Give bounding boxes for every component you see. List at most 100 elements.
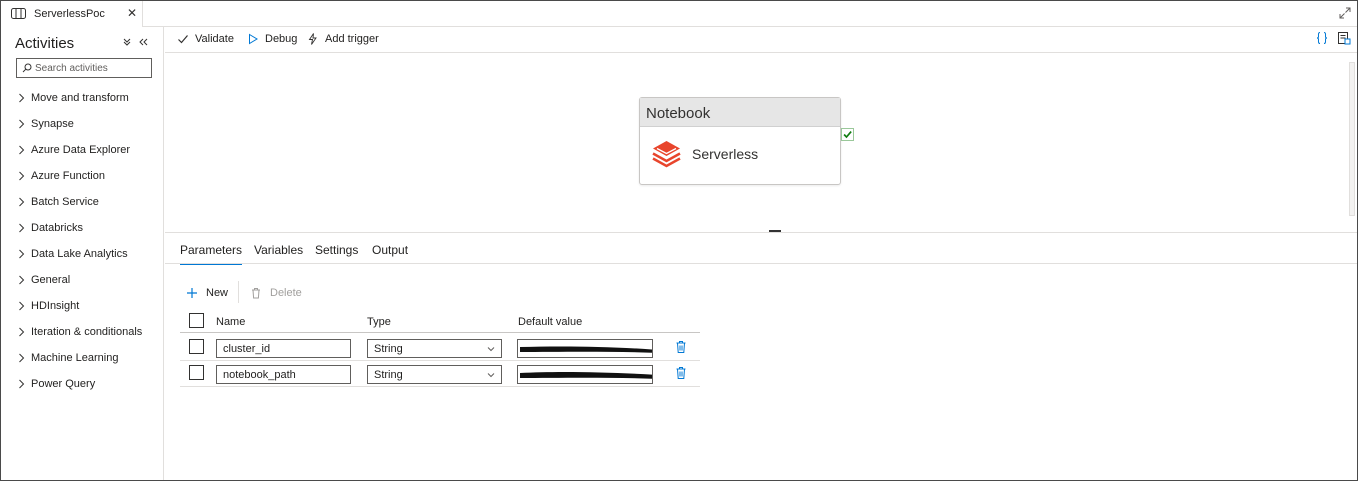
double-chevron-left-icon[interactable] [138, 37, 148, 47]
chevron-right-icon [19, 223, 25, 233]
tab-parameters[interactable]: Parameters [180, 243, 243, 265]
table-row: cluster_id String [180, 335, 700, 361]
properties-icon[interactable] [1337, 31, 1351, 45]
canvas-scrollbar[interactable] [1349, 62, 1355, 216]
sidebar-item-label: Synapse [31, 118, 74, 130]
new-button[interactable]: New [186, 286, 231, 302]
tab-variables[interactable]: Variables [254, 243, 303, 257]
chevron-right-icon [19, 327, 25, 337]
select-all-checkbox[interactable] [189, 313, 204, 328]
chevron-right-icon [19, 197, 25, 207]
parameter-type-value: String [374, 369, 403, 381]
sidebar-item-general[interactable]: General [1, 269, 163, 295]
sidebar-item-synapse[interactable]: Synapse [1, 113, 163, 139]
collapse-all-icon[interactable] [122, 37, 132, 47]
code-braces-icon[interactable] [1315, 31, 1329, 45]
search-input[interactable] [35, 61, 147, 75]
parameter-type-value: String [374, 343, 403, 355]
activities-title: Activities [15, 35, 75, 52]
properties-panel: Parameters Variables Settings Output New… [165, 232, 1357, 480]
chevron-right-icon [19, 275, 25, 285]
tabs-divider [165, 263, 1357, 264]
sidebar-item-machine-learning[interactable]: Machine Learning [1, 347, 163, 373]
chevron-right-icon [19, 301, 25, 311]
chevron-right-icon [19, 145, 25, 155]
parameter-default-input[interactable] [517, 365, 653, 384]
table-header: Name Type Default value [180, 308, 700, 333]
parameter-name-input[interactable]: cluster_id [216, 339, 351, 358]
notebook-activity[interactable]: Notebook Serverless [639, 97, 841, 185]
parameter-default-input[interactable] [517, 339, 653, 358]
sidebar-item-power-query[interactable]: Power Query [1, 373, 163, 399]
column-header-name: Name [216, 316, 246, 328]
sidebar-item-move-and-transform[interactable]: Move and transform [1, 87, 163, 113]
sidebar-item-label: Azure Data Explorer [31, 144, 131, 156]
expand-icon[interactable] [1339, 7, 1351, 19]
sidebar-item-label: Azure Function [31, 170, 105, 182]
pipeline-icon [11, 8, 26, 19]
tab-serverlesspoc[interactable]: ServerlessPoc ✕ [1, 1, 143, 27]
sidebar-item-label: HDInsight [31, 300, 80, 312]
redaction-mark [520, 371, 652, 379]
row-checkbox[interactable] [189, 365, 204, 380]
pipeline-canvas[interactable]: Notebook Serverless [165, 54, 1357, 232]
sidebar-item-label: Power Query [31, 378, 96, 390]
trash-icon [252, 288, 260, 299]
validate-button[interactable]: Validate [177, 32, 237, 48]
sidebar-item-label: Data Lake Analytics [31, 248, 128, 260]
column-header-type: Type [367, 316, 391, 328]
parameter-name-input[interactable]: notebook_path [216, 365, 351, 384]
checkmark-icon [178, 35, 188, 44]
sidebar-item-label: Databricks [31, 222, 83, 234]
sidebar-item-label: Iteration & conditionals [31, 326, 143, 338]
sidebar-item-label: General [31, 274, 71, 286]
sidebar-item-azure-data-explorer[interactable]: Azure Data Explorer [1, 139, 163, 165]
close-icon[interactable]: ✕ [127, 6, 137, 20]
sidebar-item-hdinsight[interactable]: HDInsight [1, 295, 163, 321]
sidebar-item-batch-service[interactable]: Batch Service [1, 191, 163, 217]
table-row: notebook_path String [180, 361, 700, 387]
tab-strip: ServerlessPoc ✕ [1, 1, 1357, 27]
sidebar-item-label: Batch Service [31, 196, 99, 208]
add-trigger-button[interactable]: Add trigger [307, 32, 387, 48]
chevron-down-icon [487, 373, 495, 378]
delete-row-icon[interactable] [675, 366, 687, 380]
chevron-right-icon [19, 119, 25, 129]
sidebar-item-data-lake-analytics[interactable]: Data Lake Analytics [1, 243, 163, 269]
databricks-icon [652, 141, 681, 168]
delete-row-icon[interactable] [675, 340, 687, 354]
parameter-type-select[interactable]: String [367, 365, 502, 384]
activities-sidebar: Activities Move and transform Synapse Az… [1, 27, 164, 480]
parameter-type-select[interactable]: String [367, 339, 502, 358]
activity-name: Serverless [692, 146, 759, 162]
chevron-right-icon [19, 379, 25, 389]
delete-button[interactable]: Delete [250, 286, 305, 302]
new-label: New [206, 287, 229, 299]
search-icon [22, 63, 32, 73]
tab-settings[interactable]: Settings [315, 243, 358, 257]
chevron-down-icon [487, 347, 495, 352]
sidebar-item-databricks[interactable]: Databricks [1, 217, 163, 243]
delete-label: Delete [270, 287, 302, 299]
pipeline-toolbar: Validate Debug Add trigger [165, 27, 1357, 53]
sidebar-item-label: Move and transform [31, 92, 129, 104]
trigger-icon [308, 33, 317, 45]
validate-label: Validate [195, 33, 234, 45]
sidebar-item-iteration-conditionals[interactable]: Iteration & conditionals [1, 321, 163, 347]
sidebar-item-azure-function[interactable]: Azure Function [1, 165, 163, 191]
debug-label: Debug [265, 33, 298, 45]
debug-button[interactable]: Debug [247, 32, 299, 48]
tab-output[interactable]: Output [372, 243, 408, 257]
success-check-icon [841, 128, 854, 141]
search-box [16, 58, 152, 78]
redaction-mark [520, 346, 652, 353]
chevron-right-icon [19, 353, 25, 363]
row-checkbox[interactable] [189, 339, 204, 354]
chevron-right-icon [19, 249, 25, 259]
toolbar-separator [238, 281, 239, 303]
play-icon [249, 33, 258, 45]
parameter-name-value: notebook_path [223, 369, 296, 381]
add-trigger-label: Add trigger [325, 33, 379, 45]
chevron-right-icon [19, 93, 25, 103]
plus-icon [187, 288, 197, 298]
